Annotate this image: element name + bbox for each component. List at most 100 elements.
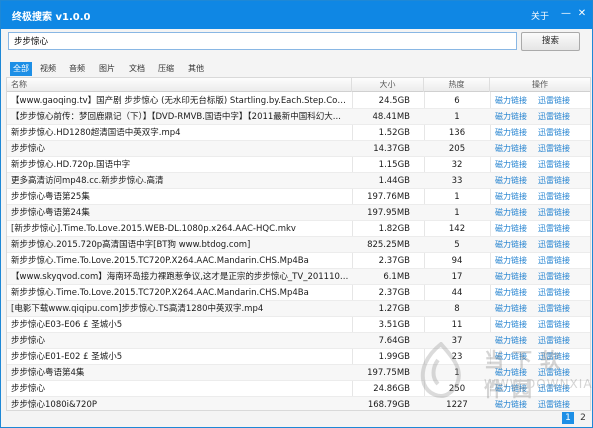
magnet-link[interactable]: 磁力链接 bbox=[495, 301, 535, 317]
table-row[interactable]: 【www.gaoqing.tv】国产剧 步步惊心 (无水印无台标版) Start… bbox=[7, 93, 590, 109]
thunder-link[interactable]: 迅雷链接 bbox=[538, 349, 578, 365]
result-size: 24.5GB bbox=[378, 96, 410, 106]
magnet-link[interactable]: 磁力链接 bbox=[495, 157, 535, 173]
magnet-link[interactable]: 磁力链接 bbox=[495, 221, 535, 237]
table-row[interactable]: 【步步惊心前传：梦回鹿鼎记（下）】【DVD-RMVB.国语中字】【2011最新中… bbox=[7, 109, 590, 125]
about-link[interactable]: 关于 bbox=[531, 9, 549, 22]
tab-audio[interactable]: 音频 bbox=[66, 62, 88, 76]
result-size: 1.82GB bbox=[378, 224, 410, 234]
result-name: 步步惊心 bbox=[11, 144, 46, 154]
table-row[interactable]: 步步惊心E03-E06 £ 圣城小5 3.51GB 11 磁力链接 迅雷链接 bbox=[7, 317, 590, 333]
search-input[interactable] bbox=[9, 33, 516, 49]
magnet-link[interactable]: 磁力链接 bbox=[495, 381, 535, 397]
magnet-link[interactable]: 磁力链接 bbox=[495, 205, 535, 221]
table-row[interactable]: 步步惊心E01-E02 £ 圣城小5 1.99GB 23 磁力链接 迅雷链接 bbox=[7, 349, 590, 365]
table-row[interactable]: 步步惊心粤语第24集 197.95MB 1 磁力链接 迅雷链接 bbox=[7, 205, 590, 221]
page-1-button[interactable]: 1 bbox=[562, 412, 574, 424]
result-size: 197.95MB bbox=[367, 208, 410, 218]
result-size: 2.37GB bbox=[378, 256, 410, 266]
magnet-link[interactable]: 磁力链接 bbox=[495, 333, 535, 349]
thunder-link[interactable]: 迅雷链接 bbox=[538, 317, 578, 333]
thunder-link[interactable]: 迅雷链接 bbox=[538, 333, 578, 349]
result-name: 步步惊心E01-E02 £ 圣城小5 bbox=[11, 352, 123, 362]
magnet-link[interactable]: 磁力链接 bbox=[495, 125, 535, 141]
column-header-size[interactable]: 大小 bbox=[352, 78, 424, 92]
result-name: [新步步惊心].Time.To.Love.2015.WEB-DL.1080p.x… bbox=[11, 224, 296, 234]
thunder-link[interactable]: 迅雷链接 bbox=[538, 221, 578, 237]
tab-archive[interactable]: 压缩 bbox=[155, 62, 177, 76]
thunder-link[interactable]: 迅雷链接 bbox=[538, 269, 578, 285]
table-row[interactable]: [新步步惊心].Time.To.Love.2015.WEB-DL.1080p.x… bbox=[7, 221, 590, 237]
magnet-link[interactable]: 磁力链接 bbox=[495, 237, 535, 253]
table-row[interactable]: 【www.skyqvod.com】海南环岛接力裸跑惹争议,这才是正宗的步步惊心_… bbox=[7, 269, 590, 285]
table-row[interactable]: [电影下载www.qiqipu.com]步步惊心.TS高清1280中英双字.mp… bbox=[7, 301, 590, 317]
table-row[interactable]: 新步步惊心.2015.720p高清国语中字[BT狗 www.btdog.com]… bbox=[7, 237, 590, 253]
thunder-link[interactable]: 迅雷链接 bbox=[538, 205, 578, 221]
magnet-link[interactable]: 磁力链接 bbox=[495, 253, 535, 269]
magnet-link[interactable]: 磁力链接 bbox=[495, 317, 535, 333]
tab-image[interactable]: 图片 bbox=[96, 62, 118, 76]
result-size: 1.99GB bbox=[378, 352, 410, 362]
table-row[interactable]: 新步步惊心.HD1280超清国语中英双字.mp4 1.52GB 136 磁力链接 迅雷链… bbox=[7, 125, 590, 141]
tab-other[interactable]: 其他 bbox=[185, 62, 207, 76]
magnet-link[interactable]: 磁力链接 bbox=[495, 365, 535, 381]
result-size: 1.15GB bbox=[378, 160, 410, 170]
thunder-link[interactable]: 迅雷链接 bbox=[538, 125, 578, 141]
thunder-link[interactable]: 迅雷链接 bbox=[538, 397, 578, 410]
minimize-icon[interactable]: — bbox=[560, 8, 572, 20]
result-hot: 1 bbox=[454, 368, 460, 378]
result-hot: 142 bbox=[448, 224, 466, 234]
result-hot: 11 bbox=[451, 320, 463, 330]
thunder-link[interactable]: 迅雷链接 bbox=[538, 301, 578, 317]
table-row[interactable]: 步步惊心粤语第25集 197.76MB 1 磁力链接 迅雷链接 bbox=[7, 189, 590, 205]
thunder-link[interactable]: 迅雷链接 bbox=[538, 173, 578, 189]
thunder-link[interactable]: 迅雷链接 bbox=[538, 141, 578, 157]
result-size: 14.37GB bbox=[373, 144, 410, 154]
result-size: 197.75MB bbox=[367, 368, 410, 378]
table-row[interactable]: 步步惊心粤语第4集 197.75MB 1 磁力链接 迅雷链接 bbox=[7, 365, 590, 381]
thunder-link[interactable]: 迅雷链接 bbox=[538, 285, 578, 301]
tab-video[interactable]: 视频 bbox=[37, 62, 59, 76]
thunder-link[interactable]: 迅雷链接 bbox=[538, 109, 578, 125]
result-hot: 5 bbox=[454, 240, 460, 250]
result-name: 步步惊心1080i&720P bbox=[11, 400, 97, 410]
result-name: 步步惊心粤语第4集 bbox=[11, 368, 85, 378]
thunder-link[interactable]: 迅雷链接 bbox=[538, 93, 578, 109]
close-icon[interactable]: ✕ bbox=[576, 8, 588, 20]
page-2-button[interactable]: 2 bbox=[577, 412, 589, 424]
magnet-link[interactable]: 磁力链接 bbox=[495, 269, 535, 285]
magnet-link[interactable]: 磁力链接 bbox=[495, 285, 535, 301]
thunder-link[interactable]: 迅雷链接 bbox=[538, 253, 578, 269]
magnet-link[interactable]: 磁力链接 bbox=[495, 349, 535, 365]
thunder-link[interactable]: 迅雷链接 bbox=[538, 381, 578, 397]
column-header-name[interactable]: 名称 bbox=[7, 78, 352, 92]
table-row[interactable]: 新步步惊心.HD.720p.国语中字 1.15GB 32 磁力链接 迅雷链接 bbox=[7, 157, 590, 173]
magnet-link[interactable]: 磁力链接 bbox=[495, 189, 535, 205]
table-row[interactable]: 新步步惊心.Time.To.Love.2015.TC720P.X264.AAC.… bbox=[7, 253, 590, 269]
result-hot: 205 bbox=[448, 144, 466, 154]
results-table: 名称 大小 热度 操作 【www.gaoqing.tv】国产剧 步步惊心 (无水… bbox=[6, 77, 591, 411]
tab-document[interactable]: 文档 bbox=[126, 62, 148, 76]
result-hot: 250 bbox=[448, 384, 466, 394]
table-row[interactable]: 步步惊心 14.37GB 205 磁力链接 迅雷链接 bbox=[7, 141, 590, 157]
magnet-link[interactable]: 磁力链接 bbox=[495, 397, 535, 410]
table-row[interactable]: 更多高清访问mp48.cc.新步步惊心.高清 1.44GB 33 磁力链接 迅雷链接 bbox=[7, 173, 590, 189]
magnet-link[interactable]: 磁力链接 bbox=[495, 93, 535, 109]
magnet-link[interactable]: 磁力链接 bbox=[495, 173, 535, 189]
thunder-link[interactable]: 迅雷链接 bbox=[538, 365, 578, 381]
column-header-hot[interactable]: 热度 bbox=[424, 78, 490, 92]
magnet-link[interactable]: 磁力链接 bbox=[495, 141, 535, 157]
table-row[interactable]: 步步惊心 7.64GB 37 磁力链接 迅雷链接 bbox=[7, 333, 590, 349]
result-size: 2.37GB bbox=[378, 288, 410, 298]
table-row[interactable]: 步步惊心 24.86GB 250 磁力链接 迅雷链接 bbox=[7, 381, 590, 397]
search-button[interactable]: 搜索 bbox=[521, 32, 580, 51]
magnet-link[interactable]: 磁力链接 bbox=[495, 109, 535, 125]
thunder-link[interactable]: 迅雷链接 bbox=[538, 237, 578, 253]
thunder-link[interactable]: 迅雷链接 bbox=[538, 189, 578, 205]
result-hot: 94 bbox=[451, 256, 463, 266]
thunder-link[interactable]: 迅雷链接 bbox=[538, 157, 578, 173]
table-row[interactable]: 新步步惊心.Time.To.Love.2015.TC720P.X264.AAC.… bbox=[7, 285, 590, 301]
table-row[interactable]: 步步惊心1080i&720P 168.79GB 1227 磁力链接 迅雷链接 bbox=[7, 397, 590, 410]
result-name: 【www.skyqvod.com】海南环岛接力裸跑惹争议,这才是正宗的步步惊心_… bbox=[11, 272, 351, 282]
tab-all[interactable]: 全部 bbox=[10, 62, 32, 76]
